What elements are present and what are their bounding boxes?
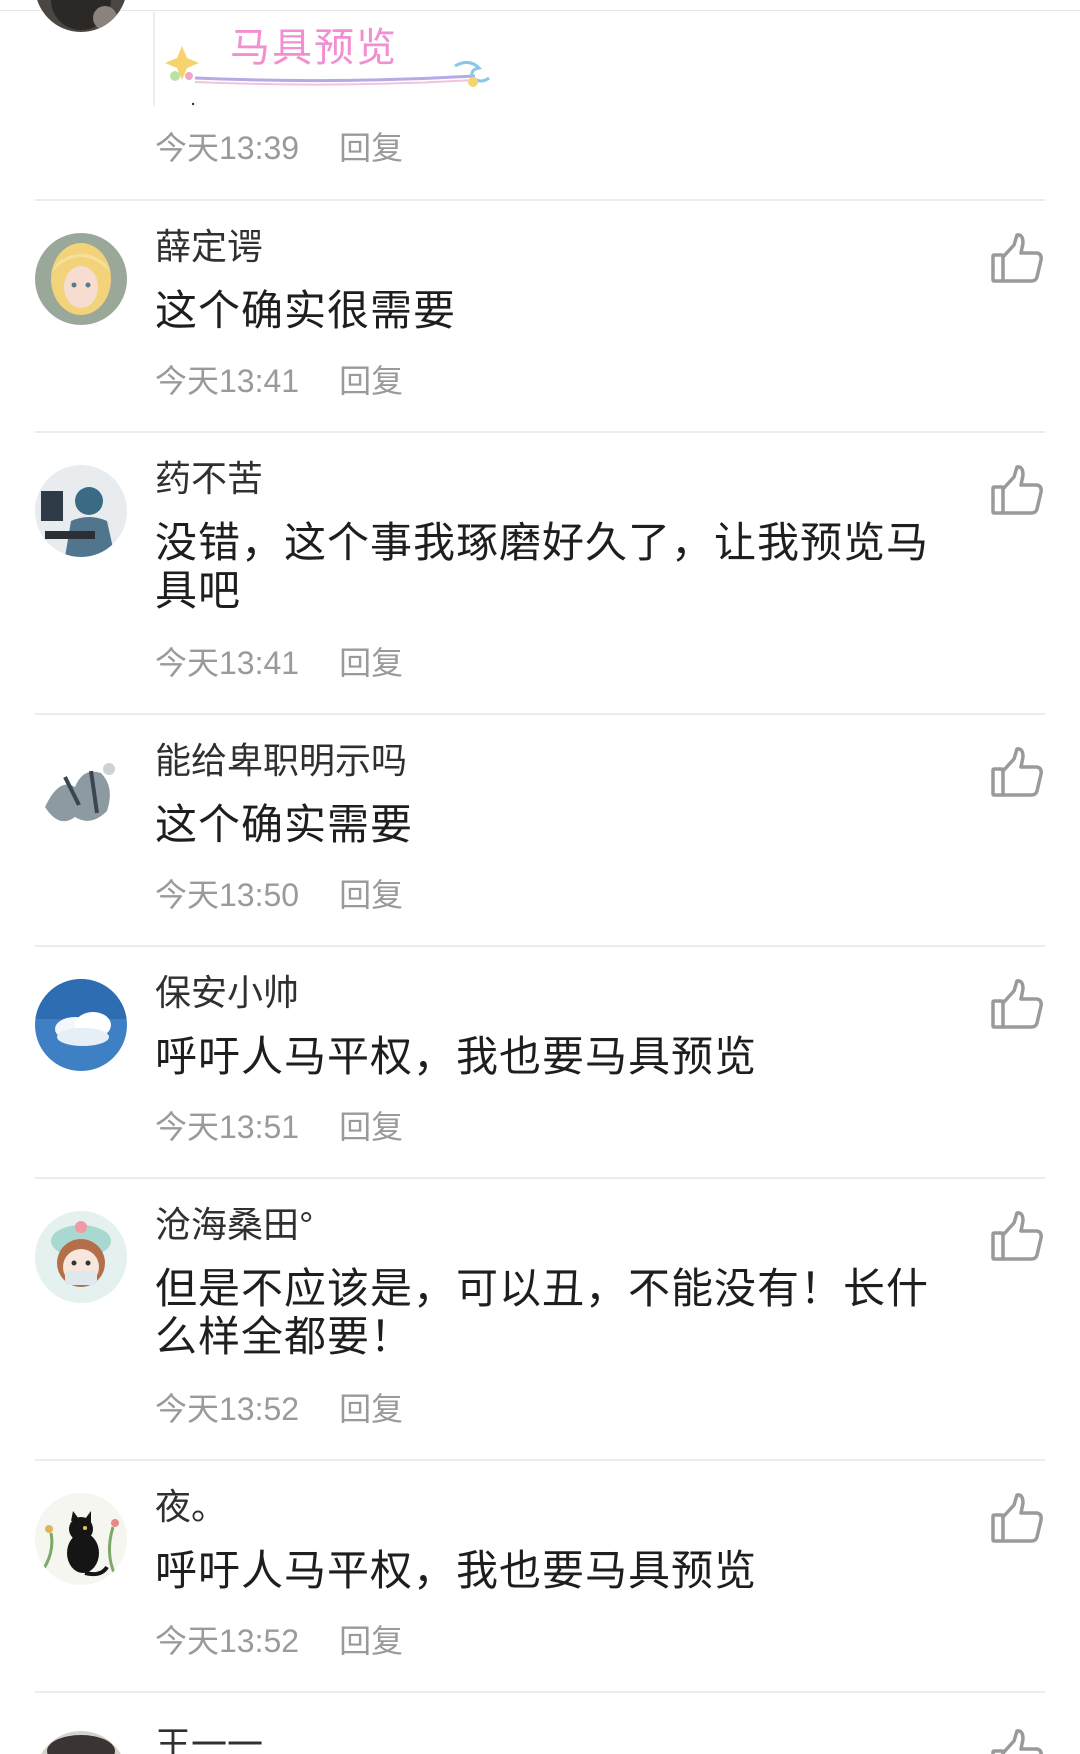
comment-content: 没错，这个事我琢磨好久了，让我预览马具吧 [155,519,930,614]
comment-item: 沧海桑田° 但是不应该是，可以丑，不能没有！长什么样全都要！ 今天13:52 回复 [0,1179,1080,1461]
comment-content: 这个确实很需要 [155,287,457,334]
comment-username[interactable]: 保安小帅 [155,971,299,1015]
thumbs-up-icon[interactable] [990,231,1044,285]
comment-username[interactable]: 王一一 [155,1723,263,1754]
comment-username[interactable]: 能给卑职明示吗 [155,739,407,783]
comment-time: 今天13:39 [155,130,300,166]
comment-item: 马具预览 今天13:39 回复 [0,0,1080,200]
avatar[interactable] [35,1211,127,1303]
comment-username[interactable]: 薛定谔 [155,225,263,269]
reply-button[interactable]: 回复 [339,363,403,399]
comment-content: 呼吁人马平权，我也要马具预览 [155,1033,758,1080]
reply-button[interactable]: 回复 [339,645,403,681]
comment-time: 今天13:51 [155,1109,300,1145]
reply-button[interactable]: 回复 [339,877,403,913]
comment-meta: 今天13:51 回复 [155,1107,403,1147]
sticker-image: 马具预览 [153,10,515,106]
avatar[interactable] [35,0,127,32]
reply-button[interactable]: 回复 [339,130,403,166]
comment-meta: 今天13:52 回复 [155,1621,403,1661]
avatar[interactable] [35,233,127,325]
avatar[interactable] [35,1493,127,1585]
comment-meta: 今天13:52 回复 [155,1389,403,1429]
comment-content: 但是不应该是，可以丑，不能没有！长什么样全都要！ [155,1265,930,1360]
avatar[interactable] [35,979,127,1071]
comment-meta: 今天13:41 回复 [155,361,403,401]
sparkle-icon [165,46,199,81]
avatar[interactable] [35,1731,127,1754]
comment-item: 薛定谔 这个确实很需要 今天13:41 回复 [0,201,1080,433]
comment-time: 今天13:50 [155,877,300,913]
thumbs-up-icon[interactable] [990,463,1044,517]
comment-item: 保安小帅 呼吁人马平权，我也要马具预览 今天13:51 回复 [0,947,1080,1179]
reply-button[interactable]: 回复 [339,1109,403,1145]
swirl-icon [454,61,490,87]
thumbs-up-icon[interactable] [990,977,1044,1031]
avatar[interactable] [35,747,127,839]
comment-item: 能给卑职明示吗 这个确实需要 今天13:50 回复 [0,715,1080,947]
thumbs-up-icon[interactable] [990,1727,1044,1754]
thumbs-up-icon[interactable] [990,1209,1044,1263]
sticker-text: 马具预览 [230,26,398,70]
comment-meta: 今天13:41 回复 [155,643,403,683]
thumbs-up-icon[interactable] [990,745,1044,799]
comment-username[interactable]: 夜。 [155,1485,227,1529]
comment-item: 夜。 呼吁人马平权，我也要马具预览 今天13:52 回复 [0,1461,1080,1693]
comment-time: 今天13:41 [155,363,300,399]
comment-time: 今天13:52 [155,1391,300,1427]
comment-time: 今天13:52 [155,1623,300,1659]
comment-username[interactable]: 沧海桑田° [155,1203,313,1247]
comment-time: 今天13:41 [155,645,300,681]
comment-item: 王一一 [0,1693,1080,1754]
reply-button[interactable]: 回复 [339,1391,403,1427]
comment-item: 药不苦 没错，这个事我琢磨好久了，让我预览马具吧 今天13:41 回复 [0,433,1080,715]
comment-meta: 今天13:50 回复 [155,875,403,915]
avatar[interactable] [35,465,127,557]
comment-content: 这个确实需要 [155,801,414,848]
thumbs-up-icon[interactable] [990,1491,1044,1545]
comment-content: 呼吁人马平权，我也要马具预览 [155,1547,758,1594]
reply-button[interactable]: 回复 [339,1623,403,1659]
comment-meta: 今天13:39 回复 [155,128,403,168]
comment-username[interactable]: 药不苦 [155,457,263,501]
